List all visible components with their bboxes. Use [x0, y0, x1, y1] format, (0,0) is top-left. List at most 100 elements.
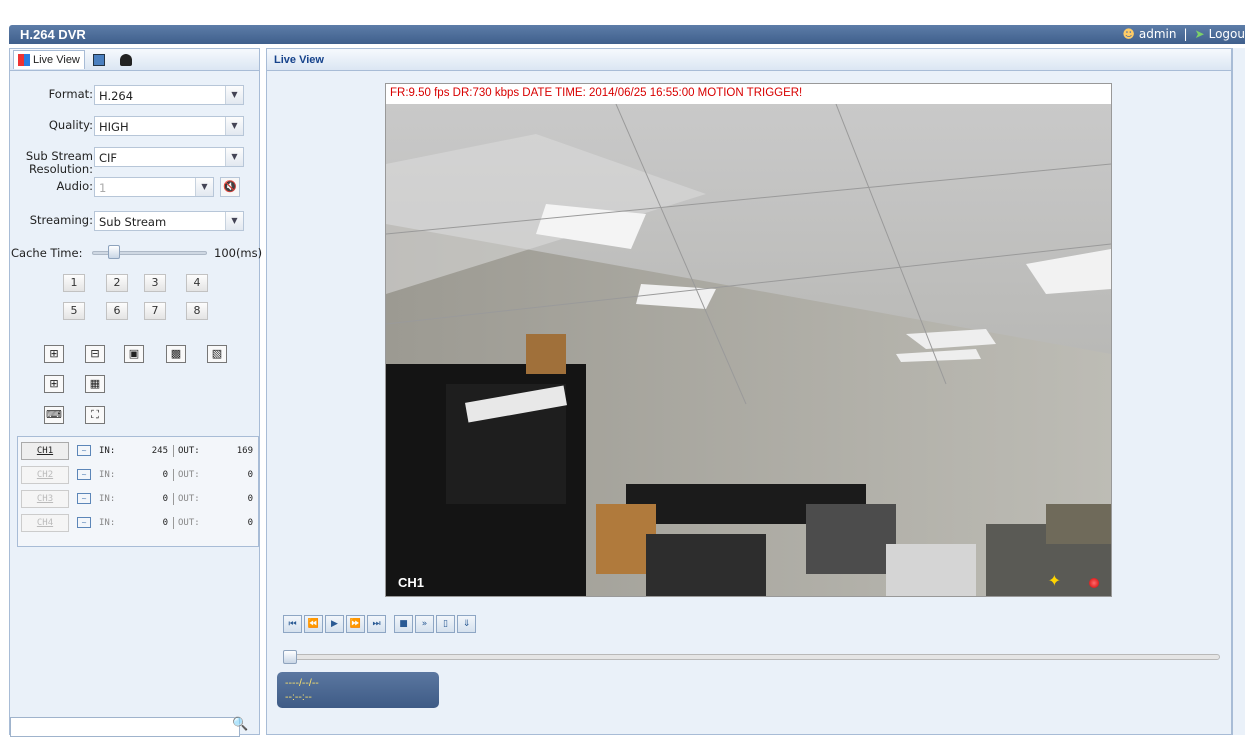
pause-icon[interactable]: ▯ — [436, 615, 455, 633]
channel-ch2-button[interactable]: CH2 — [21, 466, 69, 484]
channel-status-box: CH1 ~ IN: 245 OUT: 169 CH2 ~ IN: 0 OUT: … — [17, 436, 259, 547]
in-label: IN: — [99, 470, 116, 480]
tab-live-view-label: Live View — [33, 54, 80, 66]
in-label: IN: — [99, 446, 116, 456]
channel-button-3[interactable]: 3 — [144, 274, 166, 292]
pip-icon[interactable]: ▩ — [166, 345, 186, 363]
in-label: IN: — [99, 494, 116, 504]
live-view-icon — [18, 54, 30, 66]
format-label: Format: — [48, 87, 93, 101]
streaming-row: Streaming: Sub Stream ▼ — [10, 211, 261, 231]
substream-value: CIF — [99, 151, 118, 165]
layout-4-icon[interactable]: ⊞ — [44, 375, 64, 393]
graph-icon[interactable]: ~ — [77, 445, 91, 456]
channel-row-ch3: CH3 ~ IN: 0 OUT: 0 — [18, 489, 258, 509]
format-select[interactable]: H.264 ▼ — [94, 85, 244, 105]
out-value: 169 — [236, 446, 253, 456]
out-value: 0 — [247, 470, 253, 480]
live-view-panel: Live View FR:9.50 fps DR:730 kbps DATE T… — [266, 48, 1232, 735]
divider — [173, 493, 174, 505]
playback-date: ----/--/-- — [285, 677, 319, 689]
channel-button-7[interactable]: 7 — [144, 302, 166, 320]
chevron-down-icon[interactable]: ▼ — [225, 148, 243, 166]
out-label: OUT: — [178, 446, 200, 456]
channel-button-1[interactable]: 1 — [63, 274, 85, 292]
cache-time-row: Cache Time: 100(ms) — [10, 245, 263, 261]
mute-icon[interactable]: 🔇 — [220, 177, 240, 197]
fullscreen-icon[interactable]: ⛶ — [85, 406, 105, 424]
username[interactable]: admin — [1139, 27, 1177, 41]
chevron-down-icon[interactable]: ▼ — [225, 117, 243, 135]
channel-button-5[interactable]: 5 — [63, 302, 85, 320]
pop-icon[interactable]: ▧ — [207, 345, 227, 363]
logout-link[interactable]: Logou — [1209, 27, 1245, 41]
audio-value: 1 — [99, 181, 107, 195]
channel-row-ch2: CH2 ~ IN: 0 OUT: 0 — [18, 465, 258, 485]
cache-time-value: 100(ms) — [214, 246, 263, 260]
app-title: H.264 DVR — [20, 27, 86, 42]
zoom-out-icon[interactable]: ⊟ — [85, 345, 105, 363]
channel-row-ch1: CH1 ~ IN: 245 OUT: 169 — [18, 441, 258, 461]
panel-title: Live View — [267, 49, 1231, 71]
right-collapsed-panel[interactable] — [1232, 48, 1245, 735]
graph-icon[interactable]: ~ — [77, 517, 91, 528]
logout-icon[interactable]: ➤ — [1195, 27, 1205, 41]
in-value: 0 — [162, 494, 168, 504]
playback-slider[interactable] — [283, 654, 1220, 660]
osd-text: FR:9.50 fps DR:730 kbps DATE TIME: 2014/… — [386, 84, 1111, 104]
rewind-icon[interactable]: ⏪ — [304, 615, 323, 633]
in-label: IN: — [99, 518, 116, 528]
playback-time-display: ----/--/-- --:--:-- — [277, 672, 439, 708]
zoom-in-icon[interactable]: ⊞ — [44, 345, 64, 363]
tab-live-view[interactable]: Live View — [13, 50, 85, 69]
format-value: H.264 — [99, 89, 134, 103]
fast-forward-icon[interactable]: ⏩ — [346, 615, 365, 633]
chevron-down-icon[interactable]: ▼ — [225, 212, 243, 230]
playback-time: --:--:-- — [285, 691, 312, 703]
channel-label: CH1 — [398, 575, 425, 590]
channel-button-6[interactable]: 6 — [106, 302, 128, 320]
out-label: OUT: — [178, 470, 200, 480]
graph-icon[interactable]: ~ — [77, 469, 91, 480]
play-icon[interactable]: ▶ — [325, 615, 344, 633]
tab-monitor[interactable] — [89, 50, 112, 69]
chevron-down-icon[interactable]: ▼ — [225, 86, 243, 104]
in-value: 0 — [162, 518, 168, 528]
user-icon: ☻ — [1122, 27, 1135, 41]
sequence-icon[interactable]: ⌨ — [44, 406, 64, 424]
channel-ch4-button[interactable]: CH4 — [21, 514, 69, 532]
substream-row: Sub Stream Resolution: CIF ▼ — [10, 147, 261, 176]
tab-camera[interactable] — [116, 50, 139, 69]
playback-slider-handle[interactable] — [283, 650, 297, 664]
graph-icon[interactable]: ~ — [77, 493, 91, 504]
substream-select[interactable]: CIF ▼ — [94, 147, 244, 167]
streaming-select[interactable]: Sub Stream ▼ — [94, 211, 244, 231]
first-frame-icon[interactable]: ⏮ — [283, 615, 302, 633]
download-icon[interactable]: ⇓ — [457, 615, 476, 633]
channel-ch1-button[interactable]: CH1 — [21, 442, 69, 460]
cache-time-slider-handle[interactable] — [108, 245, 120, 259]
search-input[interactable] — [10, 717, 240, 737]
resolution-label: Resolution: — [29, 162, 93, 176]
channel-row-ch4: CH4 ~ IN: 0 OUT: 0 — [18, 513, 258, 533]
quality-row: Quality: HIGH ▼ — [10, 116, 261, 136]
channel-ch3-button[interactable]: CH3 — [21, 490, 69, 508]
last-frame-icon[interactable]: ⏭ — [367, 615, 386, 633]
channel-button-8[interactable]: 8 — [186, 302, 208, 320]
user-area: ☻ admin | ➤ Logou — [1122, 27, 1245, 41]
search-icon[interactable]: 🔍 — [232, 717, 250, 735]
stop-icon[interactable]: ■ — [394, 615, 413, 633]
step-forward-icon[interactable]: » — [415, 615, 434, 633]
user-separator: | — [1183, 27, 1188, 41]
in-value: 0 — [162, 470, 168, 480]
snapshot-icon[interactable]: ▣ — [124, 345, 144, 363]
divider — [173, 517, 174, 529]
quality-select[interactable]: HIGH ▼ — [94, 116, 244, 136]
layout-9-icon[interactable]: ▦ — [85, 375, 105, 393]
channel-button-4[interactable]: 4 — [186, 274, 208, 292]
in-value: 245 — [151, 446, 168, 456]
channel-button-2[interactable]: 2 — [106, 274, 128, 292]
title-strip — [9, 25, 1245, 44]
video-feed[interactable]: FR:9.50 fps DR:730 kbps DATE TIME: 2014/… — [385, 83, 1112, 597]
monitor-icon — [92, 53, 105, 66]
